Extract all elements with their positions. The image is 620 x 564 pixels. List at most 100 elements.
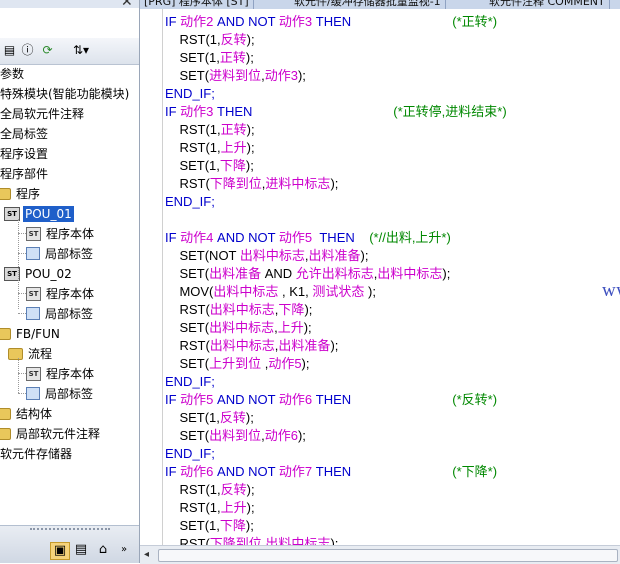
- tree-item-program[interactable]: 程序: [0, 185, 42, 202]
- code-token: RST(1,: [165, 122, 221, 137]
- code-token: 动作2: [180, 14, 214, 29]
- st-program-icon: ST: [26, 226, 41, 241]
- tree-item-program-body[interactable]: ST 程序本体: [26, 225, 96, 242]
- code-line[interactable]: SET(出料准备 AND 允许出料标志,出料中标志);: [165, 265, 450, 283]
- code-line[interactable]: IF 动作6 AND NOT 动作7 THEN (*下降*): [165, 463, 497, 481]
- tree-item-pou-02[interactable]: ST POU_02: [4, 265, 74, 282]
- code-token: );: [330, 338, 339, 353]
- tree-item-local-device-comment[interactable]: 局部软元件注释: [0, 425, 102, 442]
- tree-item-local-label[interactable]: 局部标签: [26, 385, 95, 402]
- code-line[interactable]: RST(出料中标志,下降);: [165, 301, 312, 319]
- code-line[interactable]: SET(1,正转);: [165, 49, 253, 67]
- code-line[interactable]: SET(上升到位 ,动作5);: [165, 355, 309, 373]
- line-gutter: [140, 9, 163, 545]
- code-token: , K1,: [278, 284, 313, 299]
- tree-item-program-body[interactable]: ST 程序本体: [26, 285, 96, 302]
- code-token: 反转: [220, 482, 247, 497]
- code-line[interactable]: END_IF;: [165, 445, 215, 463]
- code-line[interactable]: IF 动作3 THEN (*正转停,进料结束*): [165, 103, 507, 121]
- code-line[interactable]: MOV(出料中标志 , K1, 测试状态 );: [165, 283, 376, 301]
- project-view-icon[interactable]: ▣: [50, 542, 70, 560]
- tree-item-program-setting[interactable]: 程序设置: [0, 145, 50, 162]
- close-icon[interactable]: ✕: [121, 0, 133, 10]
- tree-item-program-parts[interactable]: 程序部件: [0, 165, 50, 182]
- code-line[interactable]: IF 动作4 AND NOT 动作5 THEN (*//出料,上升*): [165, 229, 451, 247]
- code-token: RST(1,: [165, 32, 221, 47]
- code-token: 动作6: [264, 428, 298, 443]
- code-token: SET(: [165, 428, 210, 443]
- label-table-icon: [26, 387, 40, 400]
- code-token: SET(: [165, 266, 210, 281]
- code-line[interactable]: RST(1,反转);: [165, 481, 254, 499]
- tree-item-special-module[interactable]: 特殊模块(智能功能模块): [0, 85, 131, 102]
- st-code-editor[interactable]: IF 动作2 AND NOT 动作3 THEN (*正转*) RST(1,反转)…: [140, 9, 620, 545]
- tree-item-label: 全局标签: [0, 126, 49, 141]
- tree-item-label: 程序本体: [46, 286, 95, 301]
- tree-item-label: 特殊模块(智能功能模块): [0, 86, 130, 101]
- folder-icon: [0, 427, 11, 440]
- tree-item-structure[interactable]: 结构体: [0, 405, 54, 422]
- code-token: SET(1,: [165, 158, 220, 173]
- tree-item-label: 程序设置: [0, 146, 49, 161]
- code-line[interactable]: SET(1,下降);: [165, 157, 253, 175]
- code-line[interactable]: SET(NOT 出料中标志,出料准备);: [165, 247, 368, 265]
- tree-item-global-device-comment[interactable]: 全局软元件注释: [0, 105, 86, 122]
- code-line[interactable]: END_IF;: [165, 373, 215, 391]
- tree-item-label: 局部标签: [45, 386, 94, 401]
- tree-view-icon[interactable]: ▤: [2, 43, 17, 58]
- code-token: 动作7: [278, 464, 313, 479]
- code-token: 动作6: [180, 464, 214, 479]
- code-token: 出料中标志: [265, 536, 331, 545]
- code-token: );: [297, 68, 306, 83]
- code-line[interactable]: RST(1,正转);: [165, 121, 254, 139]
- refresh-icon[interactable]: ⟳: [40, 43, 55, 58]
- tree-item-local-label[interactable]: 局部标签: [26, 245, 95, 262]
- code-token: SET(1,: [165, 518, 220, 533]
- code-token: THEN: [312, 392, 352, 407]
- code-line[interactable]: SET(出料到位,动作6);: [165, 427, 305, 445]
- tree-item-program-body[interactable]: ST 程序本体: [26, 365, 96, 382]
- code-line[interactable]: END_IF;: [165, 85, 215, 103]
- code-token: THEN: [213, 104, 253, 119]
- sort-icon[interactable]: ⇅▾: [68, 43, 94, 58]
- code-line[interactable]: IF 动作5 AND NOT 动作6 THEN (*反转*): [165, 391, 497, 409]
- code-line[interactable]: RST(1,反转);: [165, 31, 254, 49]
- code-line[interactable]: RST(下降到位,出料中标志);: [165, 535, 338, 545]
- tree-item-parameter[interactable]: 参数: [0, 65, 26, 82]
- code-line[interactable]: RST(下降到位,进料中标志);: [165, 175, 338, 193]
- tree-item-label: 局部标签: [45, 246, 94, 261]
- connection-icon[interactable]: ⌂: [94, 542, 112, 558]
- code-token: 动作3: [278, 14, 313, 29]
- code-line[interactable]: SET(出料中标志,上升);: [165, 319, 311, 337]
- properties-icon[interactable]: ⓘ: [20, 43, 35, 58]
- horizontal-scrollbar[interactable]: ◂: [140, 545, 620, 564]
- code-line[interactable]: SET(进料到位,动作3);: [165, 67, 306, 85]
- code-line[interactable]: RST(出料中标志,出料准备);: [165, 337, 338, 355]
- tree-item-pou-01[interactable]: ST POU_01: [4, 205, 74, 222]
- tree-item-label: FB/FUN: [16, 326, 60, 341]
- code-line[interactable]: END_IF;: [165, 193, 215, 211]
- tree-item-flow[interactable]: 流程: [8, 345, 54, 362]
- scrollbar-thumb[interactable]: [158, 549, 618, 562]
- tab-device-batch-monitor[interactable]: 软元件/缓冲存储器批量监视-1: [290, 0, 446, 9]
- user-library-icon[interactable]: ▤: [72, 542, 90, 558]
- code-token: );: [245, 518, 254, 533]
- tree-item-fb-fun[interactable]: FB/FUN: [0, 325, 62, 342]
- splitter-grip[interactable]: [30, 528, 110, 533]
- tree-item-local-label[interactable]: 局部标签: [26, 305, 95, 322]
- scroll-left-arrow-icon[interactable]: ◂: [144, 549, 149, 560]
- code-line[interactable]: RST(1,上升);: [165, 139, 254, 157]
- overflow-chevron-icon[interactable]: »: [118, 542, 130, 558]
- code-line[interactable]: SET(1,下降);: [165, 517, 254, 535]
- tab-program-body[interactable]: [PRG] 程序本体 [ST]: [140, 0, 254, 9]
- code-line[interactable]: IF 动作2 AND NOT 动作3 THEN (*正转*): [165, 13, 497, 31]
- code-token: AND NOT: [213, 230, 279, 245]
- tree-item-global-label[interactable]: 全局标签: [0, 125, 50, 142]
- tab-device-comment[interactable]: 软元件注释 COMMENT: [485, 0, 610, 9]
- code-line[interactable]: SET(1,反转);: [165, 409, 253, 427]
- code-line[interactable]: RST(1,上升);: [165, 499, 254, 517]
- tree-item-device-memory[interactable]: 软元件存储器: [0, 445, 74, 462]
- tree-item-label: 局部标签: [45, 306, 94, 321]
- code-token: (*//出料,上升*): [354, 230, 451, 245]
- code-token: END_IF;: [165, 446, 215, 461]
